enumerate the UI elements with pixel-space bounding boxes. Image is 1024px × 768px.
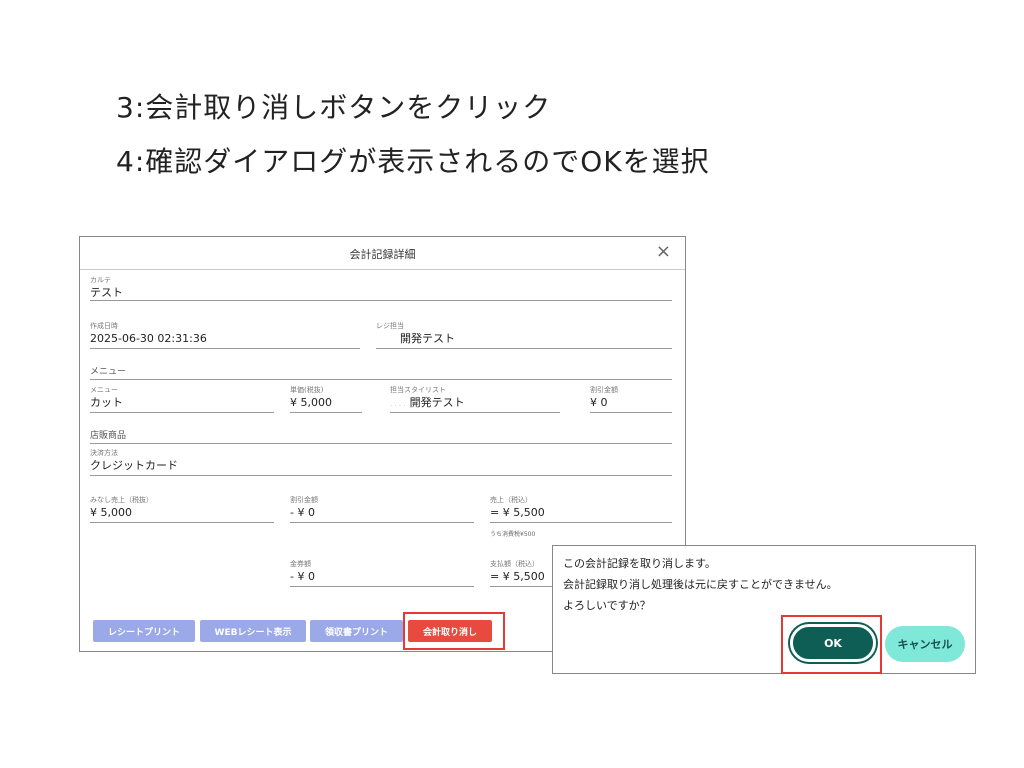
karte-field[interactable]: カルテ テスト (90, 275, 672, 301)
voucher-field[interactable]: 金券額 - ¥ 0 (290, 559, 474, 587)
menu-section: メニュー (90, 365, 672, 380)
unit-price-field[interactable]: 単価(税抜) ¥ 5,000 (290, 385, 362, 413)
payment-method-value: クレジットカード (90, 459, 178, 472)
tax-note: うち消費税¥500 (490, 531, 536, 538)
invoice-print-button[interactable]: 領収書プリント (310, 620, 403, 642)
cancel-button-highlight (403, 612, 505, 650)
voucher-label: 金券額 (290, 560, 311, 568)
deemed-sales-value: ¥ 5,000 (90, 506, 132, 519)
stylist-label: 担当スタイリスト (390, 386, 446, 394)
dialog-header: 会計記録詳細 × (80, 237, 685, 270)
confirm-message-line1: この会計記録を取り消します。 (563, 557, 716, 570)
created-at-field[interactable]: 作成日時 2025-06-30 02:31:36 (90, 321, 360, 349)
payment-method-label: 決済方法 (90, 449, 118, 457)
unit-price-label: 単価(税抜) (290, 386, 324, 394)
products-label: 店販商品 (90, 431, 127, 441)
deemed-sales-field[interactable]: みなし売上（税抜） ¥ 5,000 (90, 495, 274, 523)
ok-button-highlight (781, 615, 882, 674)
products-section: 店販商品 (90, 429, 672, 444)
discount-label: 割引金額 (590, 386, 618, 394)
menu-label: メニュー (90, 386, 118, 394)
confirm-message-line3: よろしいですか？ (563, 599, 651, 612)
created-at-label: 作成日時 (90, 322, 118, 330)
created-at-value: 2025-06-30 02:31:36 (90, 332, 207, 345)
discount-value: ¥ 0 (590, 396, 608, 409)
unit-price-value: ¥ 5,000 (290, 396, 332, 409)
total-discount-value: - ¥ 0 (290, 506, 315, 519)
close-icon[interactable]: × (656, 241, 671, 262)
dialog-title: 会計記録詳細 (349, 248, 416, 261)
menu-section-label: メニュー (90, 367, 127, 377)
confirm-dialog: この会計記録を取り消します。 会計記録取り消し処理後は元に戻すことができません。… (552, 545, 976, 674)
sales-incl-tax-label: 売上（税込） (490, 496, 532, 504)
payment-method-field[interactable]: 決済方法 クレジットカード (90, 448, 672, 476)
deemed-sales-label: みなし売上（税抜） (90, 496, 153, 504)
voucher-value: - ¥ 0 (290, 570, 315, 583)
karte-value: テスト (90, 286, 123, 299)
register-staff-value: 開発テスト (400, 332, 455, 345)
instruction-step-4: 4:確認ダイアログが表示されるのでOKを選択 (116, 145, 710, 178)
web-receipt-button[interactable]: WEBレシート表示 (200, 620, 306, 642)
menu-field[interactable]: メニュー カット (90, 385, 274, 413)
register-staff-label: レジ担当 (376, 322, 404, 330)
total-discount-label: 割引金額 (290, 496, 318, 504)
receipt-print-button[interactable]: レシートプリント (93, 620, 195, 642)
karte-label: カルテ (90, 276, 111, 284)
stylist-value: 開発テスト (390, 395, 560, 412)
dialog-cancel-button[interactable]: キャンセル (885, 626, 965, 662)
stylist-field[interactable]: 担当スタイリスト 開発テスト (390, 385, 560, 413)
total-discount-field[interactable]: 割引金額 - ¥ 0 (290, 495, 474, 523)
sales-incl-tax-value: = ¥ 5,500 (490, 506, 545, 519)
confirm-message-line2: 会計記録取り消し処理後は元に戻すことができません。 (563, 578, 838, 591)
discount-field[interactable]: 割引金額 ¥ 0 (590, 385, 672, 413)
instruction-step-3: 3:会計取り消しボタンをクリック (116, 91, 552, 124)
sales-incl-tax-field[interactable]: 売上（税込） = ¥ 5,500 (490, 495, 672, 523)
menu-value: カット (90, 396, 123, 409)
register-staff-field[interactable]: レジ担当 開発テスト (376, 321, 672, 349)
